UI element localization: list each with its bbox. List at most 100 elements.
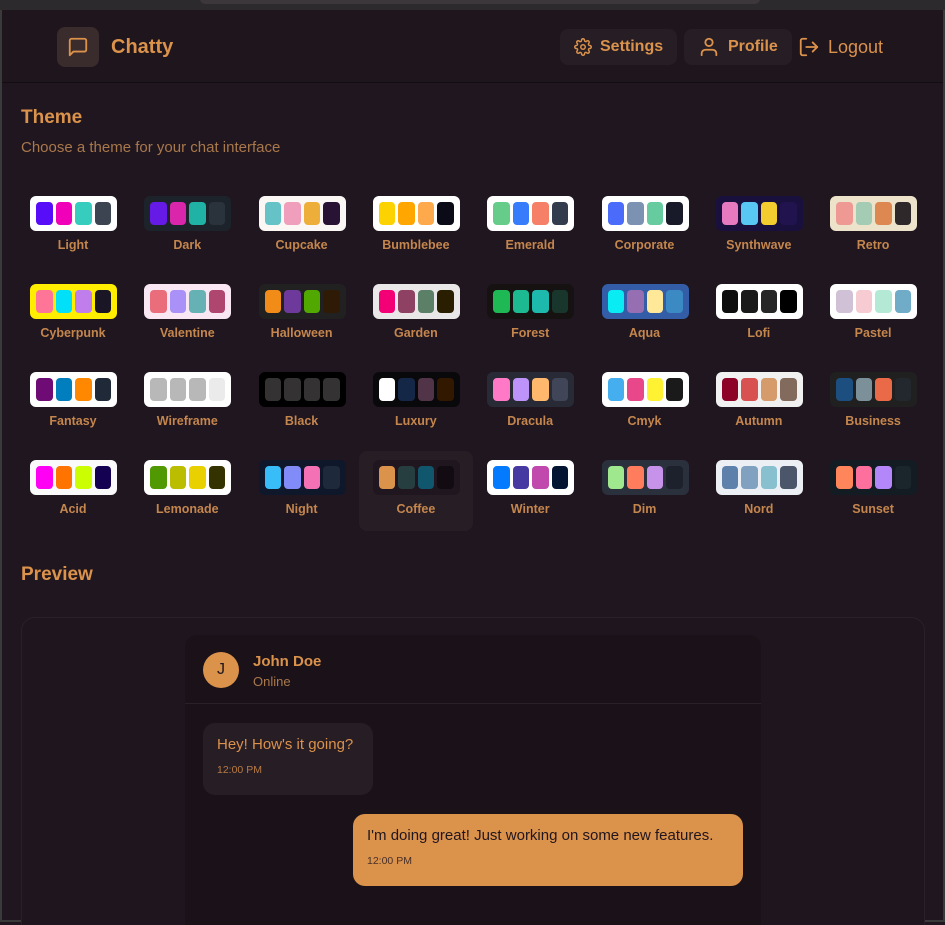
theme-option-cyberpunk[interactable]: Cyberpunk [16,275,130,355]
theme-swatch [372,196,460,231]
theme-option-emerald[interactable]: Emerald [473,187,587,267]
settings-button[interactable]: Settings [560,29,678,65]
swatch-color [150,202,167,225]
swatch-color [780,290,797,313]
theme-label: Cmyk [627,414,662,428]
chat-header: J John Doe Online [185,635,761,704]
theme-option-lemonade[interactable]: Lemonade [130,451,244,531]
theme-option-lofi[interactable]: Lofi [702,275,816,355]
swatch-color [208,290,226,313]
theme-option-forest[interactable]: Forest [473,275,587,355]
theme-option-autumn[interactable]: Autumn [702,363,816,443]
theme-swatch [258,284,346,319]
profile-label: Profile [728,38,778,55]
swatch-color [264,466,282,489]
theme-option-nord[interactable]: Nord [702,451,816,531]
theme-option-night[interactable]: Night [245,451,359,531]
theme-swatch [144,460,232,495]
swatch-color [169,378,187,401]
address-bar-edge [200,0,760,4]
logo[interactable] [57,27,99,67]
theme-swatch [30,196,117,231]
swatch-color [378,466,396,489]
theme-swatch [258,460,346,495]
logout-icon [799,37,819,57]
theme-label: Dim [632,502,657,516]
theme-option-corporate[interactable]: Corporate [588,187,702,267]
theme-swatch [144,284,232,319]
swatch-color [417,202,435,225]
theme-label: Lofi [747,326,771,340]
message-text: I'm doing great! Just working on some ne… [367,827,714,844]
swatch-color [398,202,415,225]
theme-option-aqua[interactable]: Aqua [588,275,702,355]
profile-button[interactable]: Profile [684,29,792,65]
theme-label: Retro [856,238,890,252]
swatch-color [646,290,663,313]
message-time: 12:00 PM [367,855,412,867]
theme-label: Sunset [852,502,894,516]
swatch-color [323,466,340,489]
theme-option-acid[interactable]: Acid [16,451,130,531]
logout-button[interactable]: Logout [798,29,883,65]
app-name[interactable]: Chatty [111,36,173,59]
theme-option-retro[interactable]: Retro [816,187,930,267]
chat-preview-card: J John Doe Online Hey! How's it going? 1… [185,635,761,925]
contact-name: John Doe [253,653,322,670]
swatch-color [55,290,72,313]
swatch-color [627,466,644,489]
app-window: Chatty Settings Profile Logout Theme Cho… [0,10,945,925]
swatch-color [741,378,758,401]
theme-label: Cyberpunk [40,326,106,340]
theme-swatch [258,372,346,407]
swatch-color [378,202,396,225]
theme-option-dim[interactable]: Dim [588,451,702,531]
theme-swatch [487,196,575,231]
theme-option-halloween[interactable]: Halloween [245,275,359,355]
swatch-color [875,290,892,313]
theme-option-wireframe[interactable]: Wireframe [130,363,244,443]
swatch-color [55,202,72,225]
theme-option-garden[interactable]: Garden [359,275,473,355]
theme-option-dark[interactable]: Dark [130,187,244,267]
theme-option-cmyk[interactable]: Cmyk [588,363,702,443]
theme-option-sunset[interactable]: Sunset [816,451,930,531]
theme-option-luxury[interactable]: Luxury [359,363,473,443]
theme-option-synthwave[interactable]: Synthwave [702,187,816,267]
swatch-color [646,466,663,489]
swatch-color [875,466,892,489]
theme-label: Synthwave [726,238,792,252]
swatch-color [512,466,530,489]
theme-option-bumblebee[interactable]: Bumblebee [359,187,473,267]
theme-label: Black [284,414,319,428]
swatch-color [208,466,226,489]
theme-label: Emerald [505,238,555,252]
theme-option-winter[interactable]: Winter [473,451,587,531]
theme-label: Winter [510,502,550,516]
contact-status: Online [253,674,291,689]
swatch-color [855,290,873,313]
navbar: Chatty Settings Profile Logout [2,10,943,83]
theme-option-valentine[interactable]: Valentine [130,275,244,355]
swatch-color [627,290,644,313]
swatch-color [894,202,912,225]
theme-label: Valentine [159,326,215,340]
swatch-color [323,290,340,313]
theme-option-dracula[interactable]: Dracula [473,363,587,443]
swatch-color [741,466,758,489]
theme-option-pastel[interactable]: Pastel [816,275,930,355]
theme-option-cupcake[interactable]: Cupcake [245,187,359,267]
message-square-icon [68,37,88,57]
swatch-color [75,378,92,401]
theme-option-fantasy[interactable]: Fantasy [16,363,130,443]
message-bubble-sent: I'm doing great! Just working on some ne… [353,814,743,886]
theme-option-business[interactable]: Business [816,363,930,443]
swatch-color [532,466,549,489]
swatch-color [150,290,167,313]
theme-option-coffee[interactable]: Coffee [358,451,473,531]
swatch-color [75,466,92,489]
theme-option-black[interactable]: Black [245,363,359,443]
theme-option-light[interactable]: Light [16,187,130,267]
swatch-color [150,466,167,489]
theme-label: Aqua [628,326,661,340]
